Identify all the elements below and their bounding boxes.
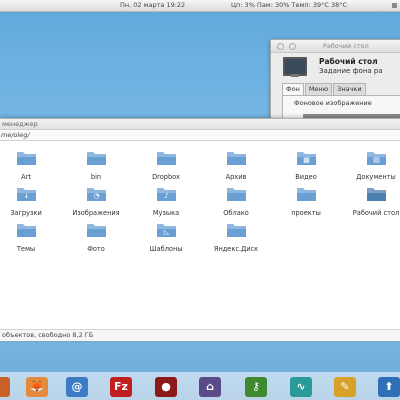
folder-icon <box>157 152 176 165</box>
desktop-folder-icon <box>367 188 386 201</box>
tab-menu[interactable]: Меню <box>304 83 333 95</box>
folder-icon <box>17 224 36 237</box>
file-manager-window: менеджер Art bin Dropbox Архив ▦ Видео ▤ Докуме… <box>0 118 400 341</box>
keys-app-icon[interactable]: ⚷ <box>245 377 267 397</box>
templates-emblem-icon: ◺ <box>163 228 170 236</box>
folder-icon <box>227 188 246 201</box>
file-item[interactable]: Art <box>0 150 61 184</box>
documents-emblem-icon: ▤ <box>373 156 380 164</box>
file-item-label: проекты <box>291 209 321 217</box>
file-manager-titlebar[interactable]: менеджер <box>0 119 400 130</box>
settings-heading: Рабочий стол <box>319 57 378 66</box>
file-item[interactable]: Архив <box>201 150 271 184</box>
location-bar <box>0 130 400 141</box>
file-item-label: bin <box>90 173 102 181</box>
file-item-label: Изображения <box>72 209 120 217</box>
panel-corner-icon[interactable] <box>392 3 397 8</box>
pictures-emblem-icon: ◔ <box>93 192 100 200</box>
file-item[interactable]: Темы <box>0 222 61 256</box>
downloads-emblem-icon: ↓ <box>23 192 30 200</box>
folder-icon <box>87 224 106 237</box>
file-item-label: Dropbox <box>152 173 180 181</box>
file-item-label: Облако <box>223 209 249 217</box>
folder-icon <box>17 152 36 165</box>
system-monitor-icon[interactable]: ∿ <box>290 377 312 397</box>
settings-subtitle: Задание фона ра <box>319 67 383 75</box>
transmission-icon[interactable]: ● <box>155 377 177 397</box>
file-item[interactable]: ▦ Видео <box>271 150 341 184</box>
background-image-label: Фоновое изображение <box>294 99 372 107</box>
tab-background[interactable]: Фон <box>282 83 304 95</box>
settings-tabs: Фон Меню Значки <box>282 83 367 95</box>
file-item-label: Документы <box>356 173 396 181</box>
file-item-label: Загрузки <box>10 209 42 217</box>
upload-app-glyph: ⬆ <box>384 380 394 393</box>
folder-icon <box>87 152 106 165</box>
file-item[interactable]: Dropbox <box>131 150 201 184</box>
monitor-icon <box>283 57 307 77</box>
file-item-label: Темы <box>16 245 36 253</box>
file-item-label: Архив <box>225 173 247 181</box>
file-item-label: Фото <box>87 245 105 253</box>
paint-app-glyph: ✎ <box>340 380 350 393</box>
file-item[interactable]: ▤ Документы <box>341 150 400 184</box>
file-item-label: Музыка <box>152 209 180 217</box>
top-panel: Пн. 02 марта 19:22 Цп: 3% Пам: 30% Темп:… <box>0 0 400 12</box>
close-window-icon[interactable] <box>277 43 284 50</box>
fox-app-icon[interactable]: 🦊 <box>26 377 48 397</box>
panel-clock[interactable]: Пн. 02 марта 19:22 <box>120 0 185 11</box>
filezilla-glyph: Fz <box>114 380 128 393</box>
mail-app-glyph: @ <box>71 380 83 393</box>
file-item-label: Рабочий стол <box>352 209 400 217</box>
file-item[interactable]: ◺ Шаблоны <box>131 222 201 256</box>
file-item[interactable]: Яндекс.Диск <box>201 222 271 256</box>
file-manager-title: менеджер <box>2 120 38 128</box>
partial-app-icon[interactable] <box>0 377 10 397</box>
status-text: объектов, свободно 8,2 ГБ <box>2 331 94 339</box>
file-item[interactable]: Рабочий стол <box>341 186 400 220</box>
file-item[interactable]: проекты <box>271 186 341 220</box>
icon-grid: Art bin Dropbox Архив ▦ Видео ▤ Документы ↓ Загру… <box>0 150 400 330</box>
folder-icon <box>227 152 246 165</box>
file-item[interactable]: Фото <box>61 222 131 256</box>
location-input[interactable] <box>0 130 201 140</box>
music-emblem-icon: ♪ <box>164 192 169 200</box>
file-item[interactable]: ◔ Изображения <box>61 186 131 220</box>
video-emblem-icon: ▦ <box>303 156 310 164</box>
filezilla-icon[interactable]: Fz <box>110 377 132 397</box>
folder-icon <box>227 224 246 237</box>
status-bar: объектов, свободно 8,2 ГБ <box>0 329 400 341</box>
system-stats: Цп: 3% Пам: 30% Темп: 39°C 38°C <box>231 1 348 9</box>
mail-app-icon[interactable]: @ <box>66 377 88 397</box>
partial-app-glyph <box>0 377 10 397</box>
folder-icon <box>297 188 316 201</box>
transmission-glyph: ● <box>161 380 171 393</box>
fox-app-glyph: 🦊 <box>30 380 44 393</box>
home-app-icon[interactable]: ⌂ <box>199 377 221 397</box>
settings-titlebar[interactable]: Рабочий стол <box>271 40 400 53</box>
file-item-label: Яндекс.Диск <box>213 245 259 253</box>
settings-window-title: Рабочий стол <box>323 42 369 50</box>
paint-app-icon[interactable]: ✎ <box>334 377 356 397</box>
file-item-label: Art <box>21 173 31 181</box>
file-item[interactable]: ♪ Музыка <box>131 186 201 220</box>
file-item-label: Видео <box>295 173 317 181</box>
keys-app-glyph: ⚷ <box>251 380 261 393</box>
system-monitor-glyph: ∿ <box>296 380 306 393</box>
upload-app-icon[interactable]: ⬆ <box>378 377 400 397</box>
file-item[interactable]: ↓ Загрузки <box>0 186 61 220</box>
file-item-label: Шаблоны <box>149 245 183 253</box>
home-app-glyph: ⌂ <box>206 380 214 393</box>
file-item[interactable]: Облако <box>201 186 271 220</box>
file-item[interactable]: bin <box>61 150 131 184</box>
minimize-window-icon[interactable] <box>289 43 296 50</box>
tab-icons[interactable]: Значки <box>333 83 366 95</box>
